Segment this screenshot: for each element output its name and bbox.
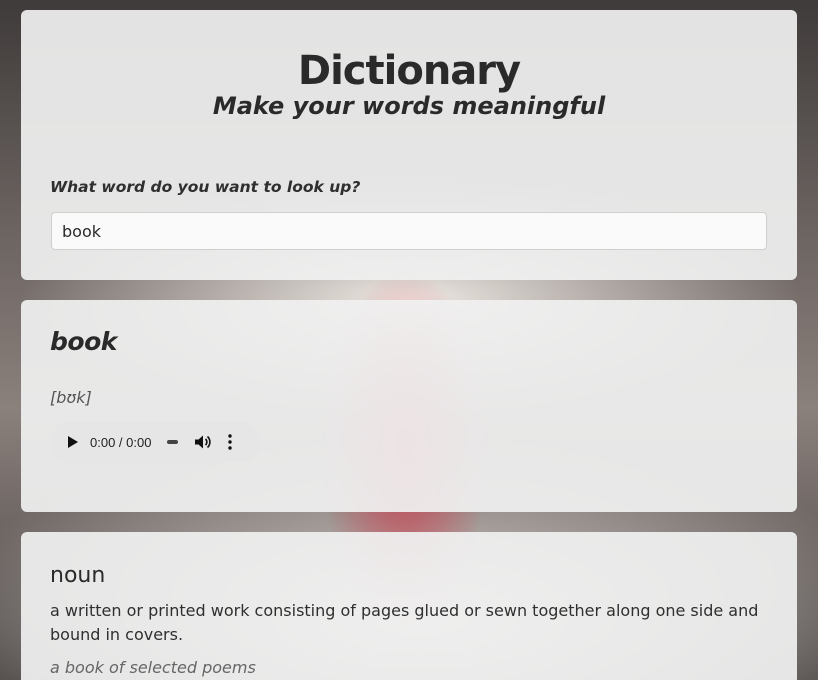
audio-player: 0:00 / 0:00 (50, 422, 261, 462)
search-card: Dictionary Make your words meaningful Wh… (21, 10, 797, 280)
part-of-speech: noun (50, 563, 106, 588)
page-subtitle: Make your words meaningful (212, 92, 606, 120)
audio-time: 0:00 / 0:00 (90, 434, 152, 450)
play-icon[interactable] (68, 436, 78, 448)
word-card: book [bʊk] 0:00 / 0:00 (21, 300, 797, 512)
result-word: book (50, 327, 117, 356)
volume-icon[interactable] (194, 434, 212, 450)
example-text: a book of selected poems (50, 658, 256, 677)
more-options-icon[interactable] (228, 434, 233, 450)
page-title: Dictionary (297, 48, 521, 94)
audio-progress-bar[interactable] (167, 440, 179, 444)
meaning-card: noun a written or printed work consistin… (21, 532, 797, 680)
definition-text: a written or printed work consisting of … (50, 601, 759, 644)
phonetic-text: [bʊk] (50, 388, 92, 407)
search-label: What word do you want to look up? (50, 178, 361, 196)
search-input[interactable] (51, 212, 767, 250)
